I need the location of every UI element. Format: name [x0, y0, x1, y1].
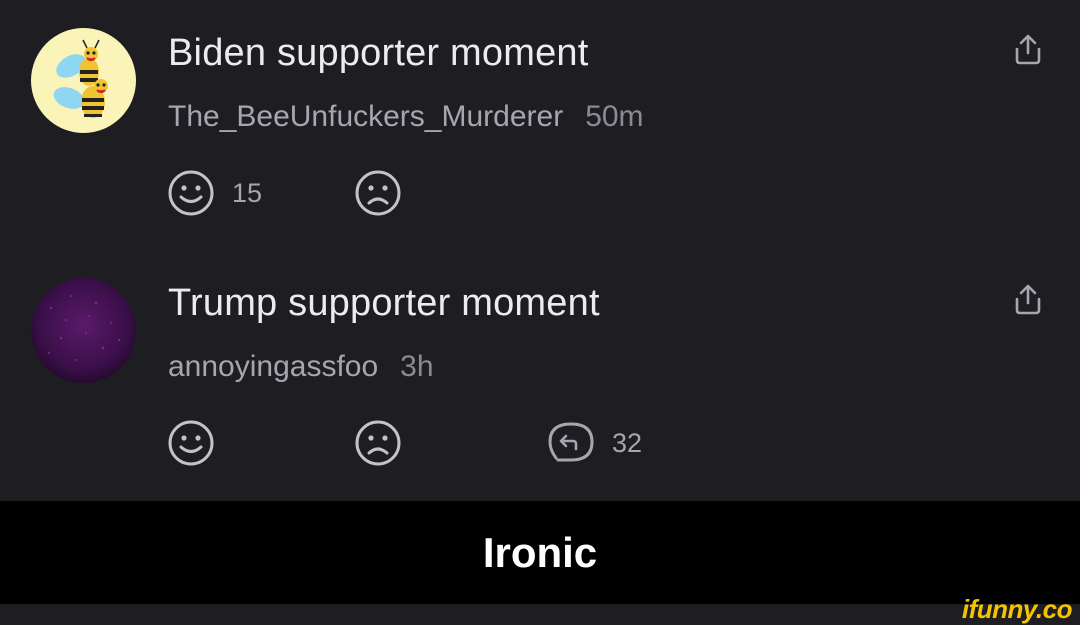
username[interactable]: annoyingassfoo: [168, 350, 378, 383]
reply-count: 32: [612, 427, 643, 458]
dislike-button[interactable]: [353, 418, 419, 468]
post-meta: The_BeeUnfuckers_Murderer 50m: [168, 100, 644, 134]
comment-post: Trump supporter moment annoyingassfoo 3h: [0, 250, 1080, 500]
smile-icon: [168, 420, 214, 466]
caption-bar: Ironic: [0, 501, 1080, 604]
smile-icon: [168, 170, 214, 216]
username[interactable]: The_BeeUnfuckers_Murderer: [168, 100, 563, 133]
post-title[interactable]: Biden supporter moment: [168, 32, 589, 75]
share-button[interactable]: [1009, 31, 1047, 69]
comment-post: Biden supporter moment The_BeeUnfuckers_…: [0, 0, 1080, 250]
dislike-button[interactable]: [353, 168, 419, 218]
like-button[interactable]: 15: [166, 168, 262, 218]
frown-icon: [355, 170, 401, 216]
like-button[interactable]: [166, 418, 232, 468]
meme-caption: Ironic: [482, 528, 598, 576]
bees-avatar-icon: [31, 28, 136, 133]
frown-icon: [355, 420, 401, 466]
purple-sparkle-avatar-icon: [31, 278, 136, 383]
avatar[interactable]: [31, 28, 136, 133]
share-button[interactable]: [1009, 281, 1047, 319]
watermark-logo: ifunny.co: [961, 594, 1073, 624]
like-count: 15: [232, 177, 263, 208]
avatar[interactable]: [31, 278, 136, 383]
post-title[interactable]: Trump supporter moment: [168, 282, 600, 325]
share-icon: [1015, 34, 1041, 65]
post-meta: annoyingassfoo 3h: [168, 350, 434, 384]
timestamp: 50m: [585, 100, 644, 133]
post-actions: 32: [166, 418, 686, 468]
post-actions: 15: [166, 168, 686, 218]
comment-feed: Biden supporter moment The_BeeUnfuckers_…: [0, 0, 1080, 501]
reply-bubble-icon: [548, 422, 594, 462]
replies-button[interactable]: 32: [546, 418, 642, 468]
share-icon: [1015, 284, 1041, 315]
timestamp: 3h: [400, 350, 434, 383]
footer-strip: [0, 604, 1080, 624]
